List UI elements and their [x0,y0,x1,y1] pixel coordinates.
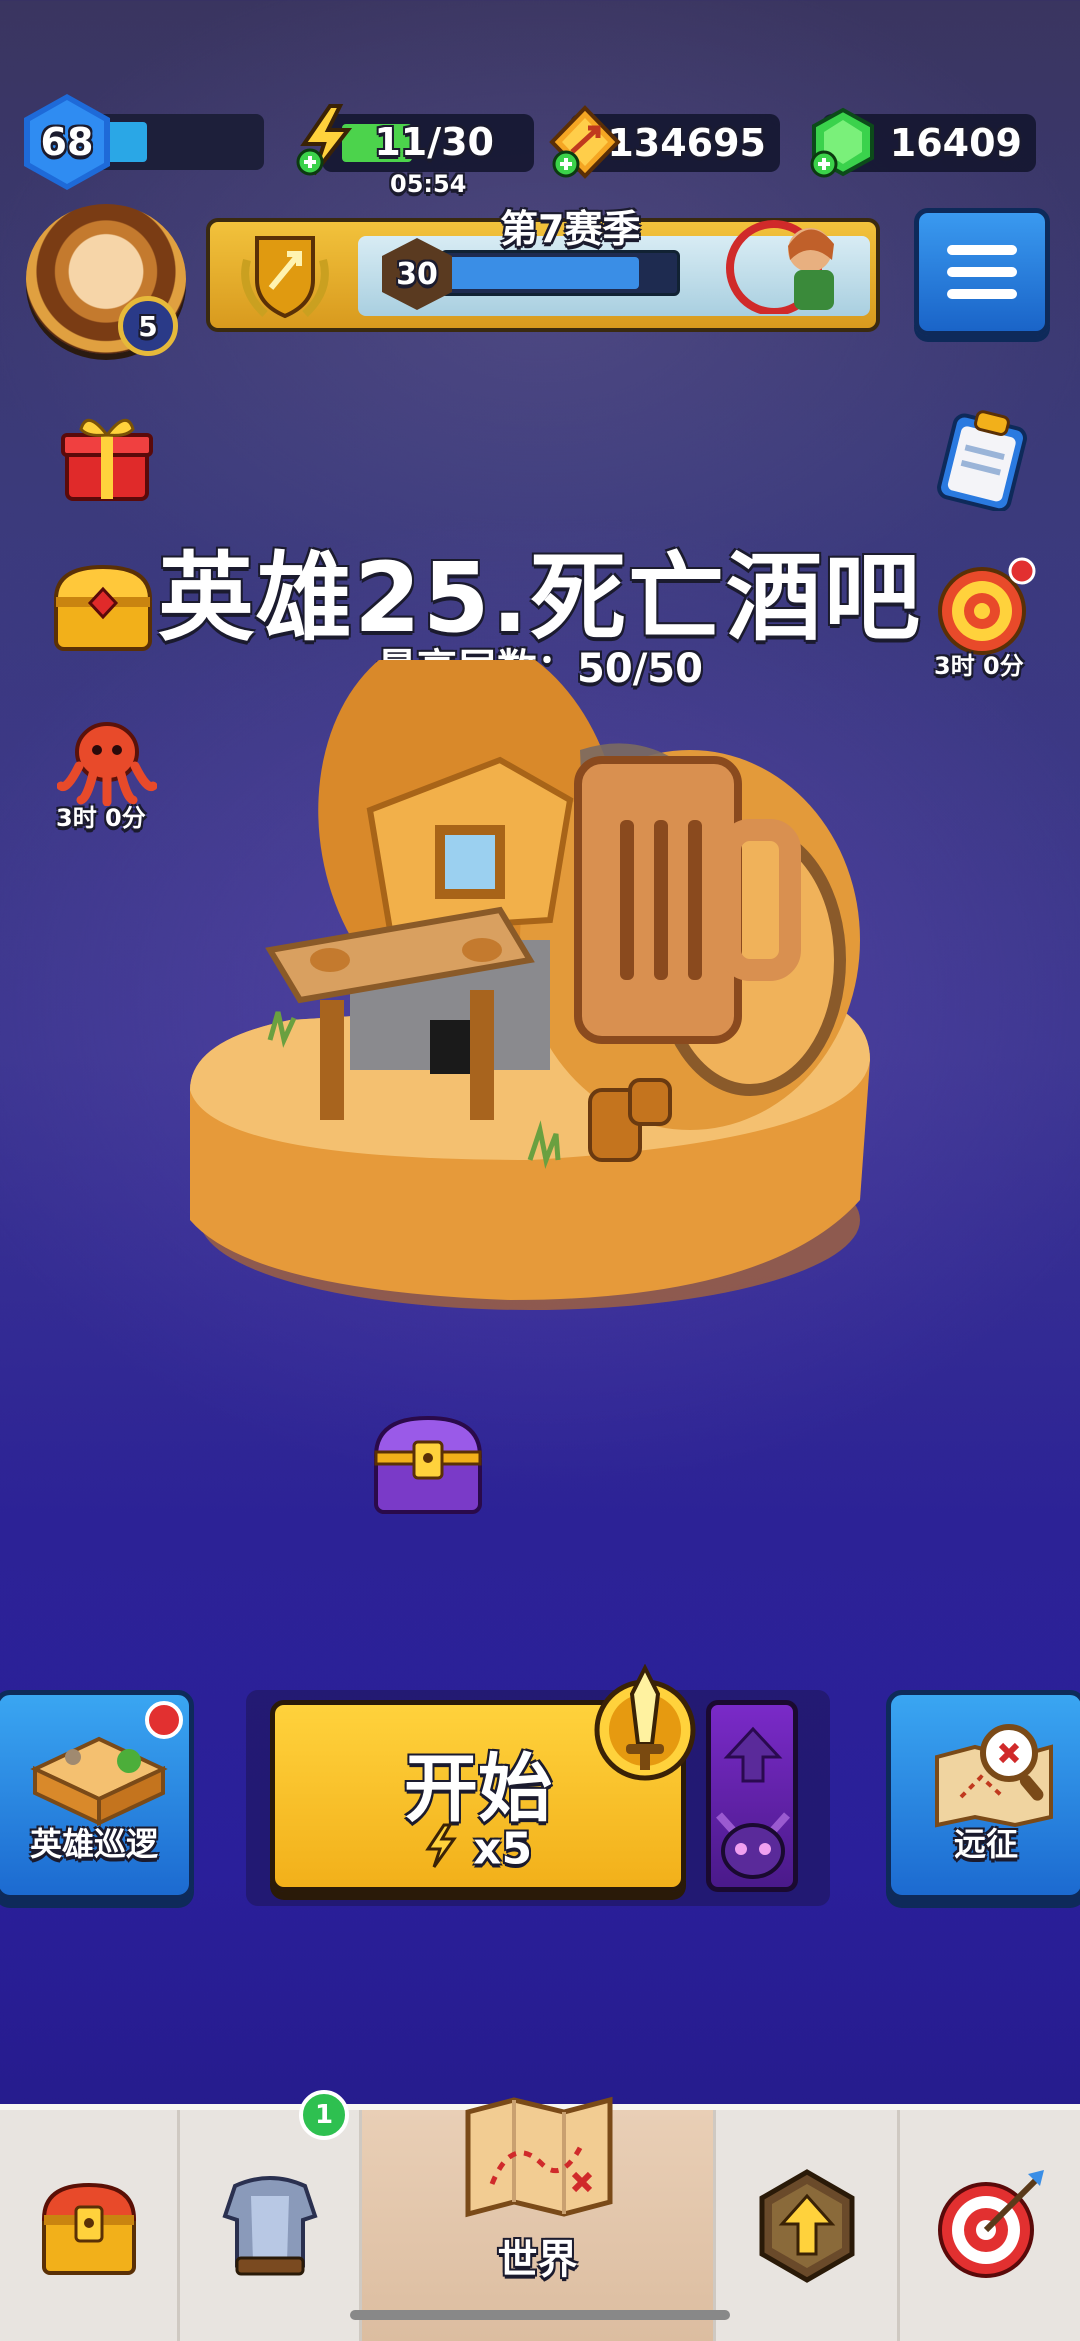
hero-patrol-button[interactable]: 英雄巡逻 [0,1690,194,1900]
expedition-button[interactable]: 远征 [886,1690,1080,1900]
nav-item-world[interactable]: 世界 [362,2096,716,2341]
main-menu-button[interactable] [914,208,1050,336]
gold-coin-icon [548,104,622,180]
nav-item-equipment[interactable]: 1 [180,2090,362,2341]
season-shield-icon [230,228,340,324]
demon-skull-icon [716,1812,790,1879]
start-cost: x5 [275,1823,681,1880]
xp-bar [92,114,264,170]
boost-upgrade-button[interactable] [706,1700,798,1892]
patrol-island-icon [30,1736,168,1827]
player-level: 68 [40,120,94,164]
stage-reward-chest[interactable] [366,1402,490,1522]
season-progress-fill [447,257,639,289]
nav-item-events[interactable] [900,2110,1080,2341]
energy-refill-timer: 05:54 [390,170,467,198]
sword-badge-icon[interactable] [590,1664,700,1784]
equipment-notification-badge: 1 [299,2090,349,2140]
clipboard-quest-icon[interactable] [928,404,1038,514]
energy-value: 11/30 [374,120,494,164]
hero-patrol-label: 英雄巡逻 [29,1825,158,1863]
stage-island-illustration[interactable] [170,660,890,1340]
menu-line [947,289,1017,299]
archer-hero-icon [726,220,834,314]
start-cost-value: x5 [473,1823,533,1875]
avatar-level-badge: 5 [118,296,178,356]
gold-value: 134695 [607,121,766,165]
nav-item-shop[interactable] [0,2110,180,2341]
treasure-map-icon [935,1724,1053,1828]
season-title: 第7赛季 [500,207,641,251]
equipment-badge-count: 1 [314,2100,334,2130]
chest-icon [41,2182,136,2275]
nav-item-upgrade[interactable] [716,2110,900,2341]
lightning-icon [424,1823,458,1880]
lightning-icon [296,104,356,176]
gem-icon [806,106,880,178]
menu-line [947,245,1017,255]
menu-line [947,267,1017,277]
player-level-badge[interactable]: 68 [24,94,110,190]
expedition-label: 远征 [953,1825,1018,1863]
armor-icon [221,2175,318,2275]
gem-value: 16409 [889,121,1022,165]
bottom-navigation: 1 世界 [0,2090,1080,2341]
target-icon [938,2169,1044,2278]
avatar-level: 5 [138,309,158,343]
season-progress-bar [440,250,680,296]
gift-icon[interactable] [52,400,162,510]
patrol-notification-dot [145,1701,183,1739]
nav-world-label: 世界 [497,2237,578,2283]
home-indicator [350,2310,730,2320]
octopus-event-timer: 3时 0分 [56,804,146,832]
map-icon [465,2096,613,2218]
upgrade-arrow-icon [759,2168,854,2283]
season-level: 30 [396,256,438,292]
arrow-up-icon [723,1726,783,1783]
